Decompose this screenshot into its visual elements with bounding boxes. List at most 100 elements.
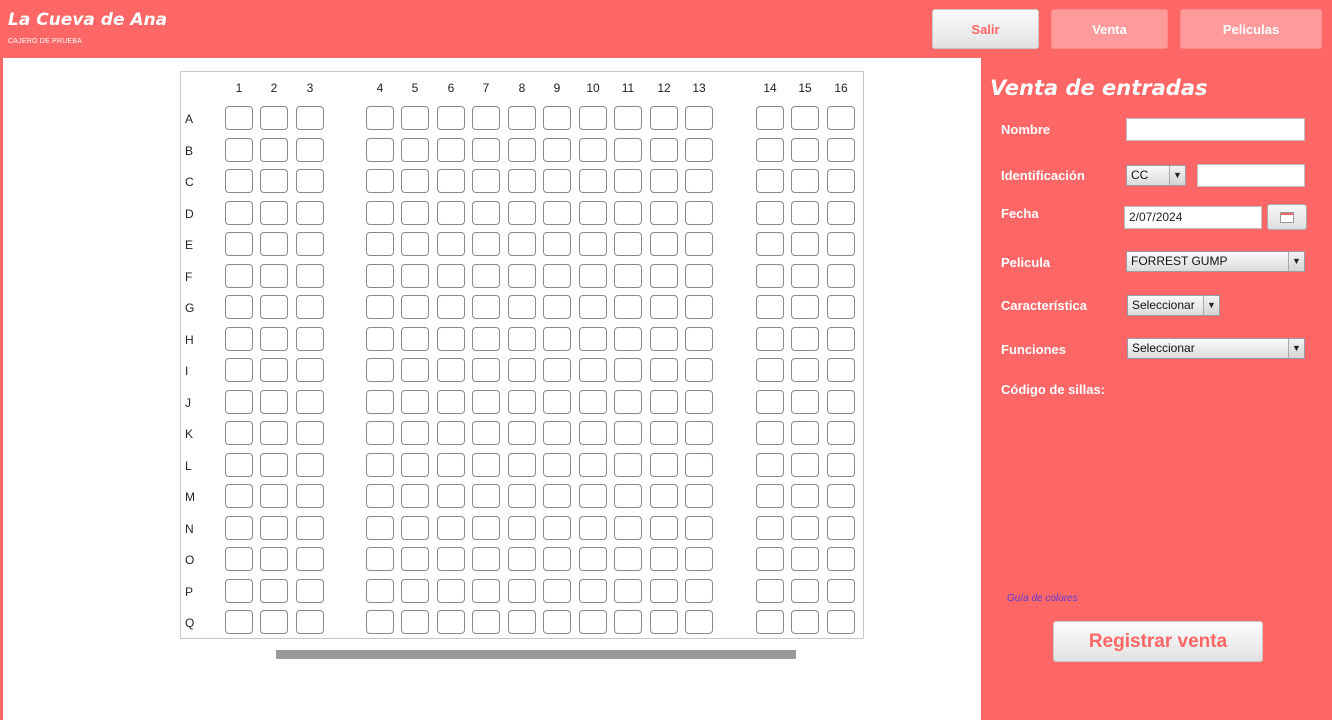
seat-M16[interactable]	[827, 484, 855, 508]
seat-A16[interactable]	[827, 106, 855, 130]
seat-M9[interactable]	[543, 484, 571, 508]
seat-F4[interactable]	[366, 264, 394, 288]
seat-M10[interactable]	[579, 484, 607, 508]
seat-N2[interactable]	[260, 516, 288, 540]
seat-B4[interactable]	[366, 138, 394, 162]
seat-C16[interactable]	[827, 169, 855, 193]
seat-F11[interactable]	[614, 264, 642, 288]
seat-B12[interactable]	[650, 138, 678, 162]
seat-I10[interactable]	[579, 358, 607, 382]
seat-P15[interactable]	[791, 579, 819, 603]
seat-G12[interactable]	[650, 295, 678, 319]
seat-N6[interactable]	[437, 516, 465, 540]
seat-F5[interactable]	[401, 264, 429, 288]
seat-O16[interactable]	[827, 547, 855, 571]
seat-E4[interactable]	[366, 232, 394, 256]
seat-G7[interactable]	[472, 295, 500, 319]
seat-L3[interactable]	[296, 453, 324, 477]
seat-E2[interactable]	[260, 232, 288, 256]
seat-J10[interactable]	[579, 390, 607, 414]
seat-N12[interactable]	[650, 516, 678, 540]
seat-O2[interactable]	[260, 547, 288, 571]
seat-E15[interactable]	[791, 232, 819, 256]
seat-K9[interactable]	[543, 421, 571, 445]
id-type-select[interactable]: CC ▼	[1126, 165, 1186, 186]
seat-B16[interactable]	[827, 138, 855, 162]
salir-button[interactable]: Salir	[932, 9, 1039, 49]
seat-M4[interactable]	[366, 484, 394, 508]
seat-N14[interactable]	[756, 516, 784, 540]
seat-H5[interactable]	[401, 327, 429, 351]
seat-H11[interactable]	[614, 327, 642, 351]
seat-G8[interactable]	[508, 295, 536, 319]
seat-A11[interactable]	[614, 106, 642, 130]
seat-M7[interactable]	[472, 484, 500, 508]
seat-H4[interactable]	[366, 327, 394, 351]
seat-I5[interactable]	[401, 358, 429, 382]
seat-P12[interactable]	[650, 579, 678, 603]
seat-C10[interactable]	[579, 169, 607, 193]
seat-Q12[interactable]	[650, 610, 678, 634]
seat-J2[interactable]	[260, 390, 288, 414]
seat-Q13[interactable]	[685, 610, 713, 634]
seat-J7[interactable]	[472, 390, 500, 414]
seat-L13[interactable]	[685, 453, 713, 477]
seat-N7[interactable]	[472, 516, 500, 540]
seat-B7[interactable]	[472, 138, 500, 162]
seat-I14[interactable]	[756, 358, 784, 382]
seat-C9[interactable]	[543, 169, 571, 193]
seat-J14[interactable]	[756, 390, 784, 414]
seat-F12[interactable]	[650, 264, 678, 288]
seat-N9[interactable]	[543, 516, 571, 540]
seat-H2[interactable]	[260, 327, 288, 351]
seat-F13[interactable]	[685, 264, 713, 288]
seat-E16[interactable]	[827, 232, 855, 256]
seat-H12[interactable]	[650, 327, 678, 351]
seat-K10[interactable]	[579, 421, 607, 445]
seat-J16[interactable]	[827, 390, 855, 414]
seat-J6[interactable]	[437, 390, 465, 414]
seat-H16[interactable]	[827, 327, 855, 351]
seat-B5[interactable]	[401, 138, 429, 162]
seat-M15[interactable]	[791, 484, 819, 508]
seat-G2[interactable]	[260, 295, 288, 319]
seat-K15[interactable]	[791, 421, 819, 445]
seat-K8[interactable]	[508, 421, 536, 445]
seat-D8[interactable]	[508, 201, 536, 225]
seat-K7[interactable]	[472, 421, 500, 445]
seat-F7[interactable]	[472, 264, 500, 288]
seat-E3[interactable]	[296, 232, 324, 256]
seat-N13[interactable]	[685, 516, 713, 540]
seat-D10[interactable]	[579, 201, 607, 225]
seat-E1[interactable]	[225, 232, 253, 256]
seat-Q3[interactable]	[296, 610, 324, 634]
funciones-select[interactable]: Seleccionar ▼	[1127, 338, 1305, 359]
seat-J11[interactable]	[614, 390, 642, 414]
seat-L6[interactable]	[437, 453, 465, 477]
seat-A12[interactable]	[650, 106, 678, 130]
seat-L8[interactable]	[508, 453, 536, 477]
seat-G15[interactable]	[791, 295, 819, 319]
seat-P13[interactable]	[685, 579, 713, 603]
seat-D1[interactable]	[225, 201, 253, 225]
seat-G11[interactable]	[614, 295, 642, 319]
seat-F15[interactable]	[791, 264, 819, 288]
seat-C1[interactable]	[225, 169, 253, 193]
seat-P14[interactable]	[756, 579, 784, 603]
seat-P9[interactable]	[543, 579, 571, 603]
seat-N15[interactable]	[791, 516, 819, 540]
register-sale-button[interactable]: Registrar venta	[1053, 621, 1263, 662]
seat-M6[interactable]	[437, 484, 465, 508]
seat-G6[interactable]	[437, 295, 465, 319]
seat-Q14[interactable]	[756, 610, 784, 634]
seat-J13[interactable]	[685, 390, 713, 414]
seat-Q1[interactable]	[225, 610, 253, 634]
seat-D6[interactable]	[437, 201, 465, 225]
seat-A1[interactable]	[225, 106, 253, 130]
seat-K12[interactable]	[650, 421, 678, 445]
seat-I8[interactable]	[508, 358, 536, 382]
seat-F8[interactable]	[508, 264, 536, 288]
seat-E13[interactable]	[685, 232, 713, 256]
seat-G9[interactable]	[543, 295, 571, 319]
seat-D9[interactable]	[543, 201, 571, 225]
